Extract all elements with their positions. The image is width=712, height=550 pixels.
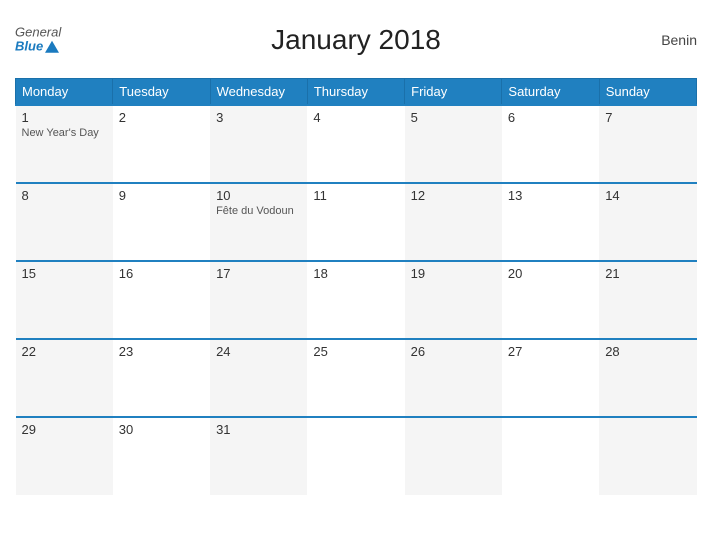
day-number: 6 — [508, 110, 593, 125]
table-row: 19 — [405, 261, 502, 339]
table-row: 3 — [210, 105, 307, 183]
day-number: 14 — [605, 188, 690, 203]
week-row-4: 22 23 24 25 26 27 28 — [16, 339, 697, 417]
table-row: 25 — [307, 339, 404, 417]
calendar-table: MondayTuesdayWednesdayThursdayFridaySatu… — [15, 78, 697, 495]
weekday-header-friday: Friday — [405, 79, 502, 106]
table-row: 26 — [405, 339, 502, 417]
table-row: 24 — [210, 339, 307, 417]
logo-triangle-icon — [45, 41, 59, 53]
table-row: 17 — [210, 261, 307, 339]
table-row — [405, 417, 502, 495]
day-number: 23 — [119, 344, 204, 359]
day-number: 9 — [119, 188, 204, 203]
day-number: 20 — [508, 266, 593, 281]
weekday-header-saturday: Saturday — [502, 79, 599, 106]
table-row: 1 New Year's Day — [16, 105, 113, 183]
table-row: 11 — [307, 183, 404, 261]
day-number: 5 — [411, 110, 496, 125]
holiday-name: New Year's Day — [22, 127, 107, 139]
table-row: 31 — [210, 417, 307, 495]
table-row: 20 — [502, 261, 599, 339]
table-row: 6 — [502, 105, 599, 183]
day-number: 31 — [216, 422, 301, 437]
day-number: 25 — [313, 344, 398, 359]
country-label: Benin — [661, 32, 697, 48]
day-number: 27 — [508, 344, 593, 359]
day-number: 15 — [22, 266, 107, 281]
table-row: 29 — [16, 417, 113, 495]
day-number: 4 — [313, 110, 398, 125]
logo-row: Blue — [15, 40, 59, 54]
day-number: 28 — [605, 344, 690, 359]
logo-general-text: General — [15, 26, 61, 40]
weekday-header-wednesday: Wednesday — [210, 79, 307, 106]
weekday-header-monday: Monday — [16, 79, 113, 106]
table-row: 12 — [405, 183, 502, 261]
day-number: 12 — [411, 188, 496, 203]
table-row: 7 — [599, 105, 696, 183]
week-row-5: 29 30 31 — [16, 417, 697, 495]
day-number: 8 — [22, 188, 107, 203]
day-number: 17 — [216, 266, 301, 281]
table-row — [502, 417, 599, 495]
table-row: 23 — [113, 339, 210, 417]
calendar-title: January 2018 — [271, 24, 441, 56]
day-number: 1 — [22, 110, 107, 125]
weekday-header-row: MondayTuesdayWednesdayThursdayFridaySatu… — [16, 79, 697, 106]
calendar-header: General Blue January 2018 Benin — [15, 10, 697, 70]
table-row: 28 — [599, 339, 696, 417]
table-row: 10 Fête du Vodoun — [210, 183, 307, 261]
table-row: 4 — [307, 105, 404, 183]
table-row: 21 — [599, 261, 696, 339]
day-number: 26 — [411, 344, 496, 359]
week-row-1: 1 New Year's Day 234567 — [16, 105, 697, 183]
table-row: 16 — [113, 261, 210, 339]
logo-blue-text: Blue — [15, 40, 43, 54]
table-row — [307, 417, 404, 495]
weekday-header-sunday: Sunday — [599, 79, 696, 106]
table-row: 14 — [599, 183, 696, 261]
day-number: 24 — [216, 344, 301, 359]
table-row: 27 — [502, 339, 599, 417]
table-row: 22 — [16, 339, 113, 417]
table-row: 9 — [113, 183, 210, 261]
weekday-header-tuesday: Tuesday — [113, 79, 210, 106]
table-row: 18 — [307, 261, 404, 339]
day-number: 21 — [605, 266, 690, 281]
table-row: 30 — [113, 417, 210, 495]
logo: General Blue — [15, 26, 61, 55]
table-row: 5 — [405, 105, 502, 183]
day-number: 3 — [216, 110, 301, 125]
day-number: 2 — [119, 110, 204, 125]
calendar-container: General Blue January 2018 Benin MondayTu… — [0, 0, 712, 550]
table-row: 15 — [16, 261, 113, 339]
day-number: 19 — [411, 266, 496, 281]
table-row — [599, 417, 696, 495]
table-row: 8 — [16, 183, 113, 261]
week-row-2: 89 10 Fête du Vodoun 11 12 13 14 — [16, 183, 697, 261]
day-number: 29 — [22, 422, 107, 437]
week-row-3: 15 16 17 18 19 20 21 — [16, 261, 697, 339]
day-number: 22 — [22, 344, 107, 359]
calendar-thead: MondayTuesdayWednesdayThursdayFridaySatu… — [16, 79, 697, 106]
holiday-name: Fête du Vodoun — [216, 205, 301, 217]
day-number: 11 — [313, 188, 398, 203]
day-number: 18 — [313, 266, 398, 281]
table-row: 2 — [113, 105, 210, 183]
day-number: 16 — [119, 266, 204, 281]
day-number: 13 — [508, 188, 593, 203]
day-number: 10 — [216, 188, 301, 203]
calendar-tbody: 1New Year's Day2345678910Fête du Vodoun1… — [16, 105, 697, 495]
weekday-header-thursday: Thursday — [307, 79, 404, 106]
table-row: 13 — [502, 183, 599, 261]
day-number: 30 — [119, 422, 204, 437]
day-number: 7 — [605, 110, 690, 125]
